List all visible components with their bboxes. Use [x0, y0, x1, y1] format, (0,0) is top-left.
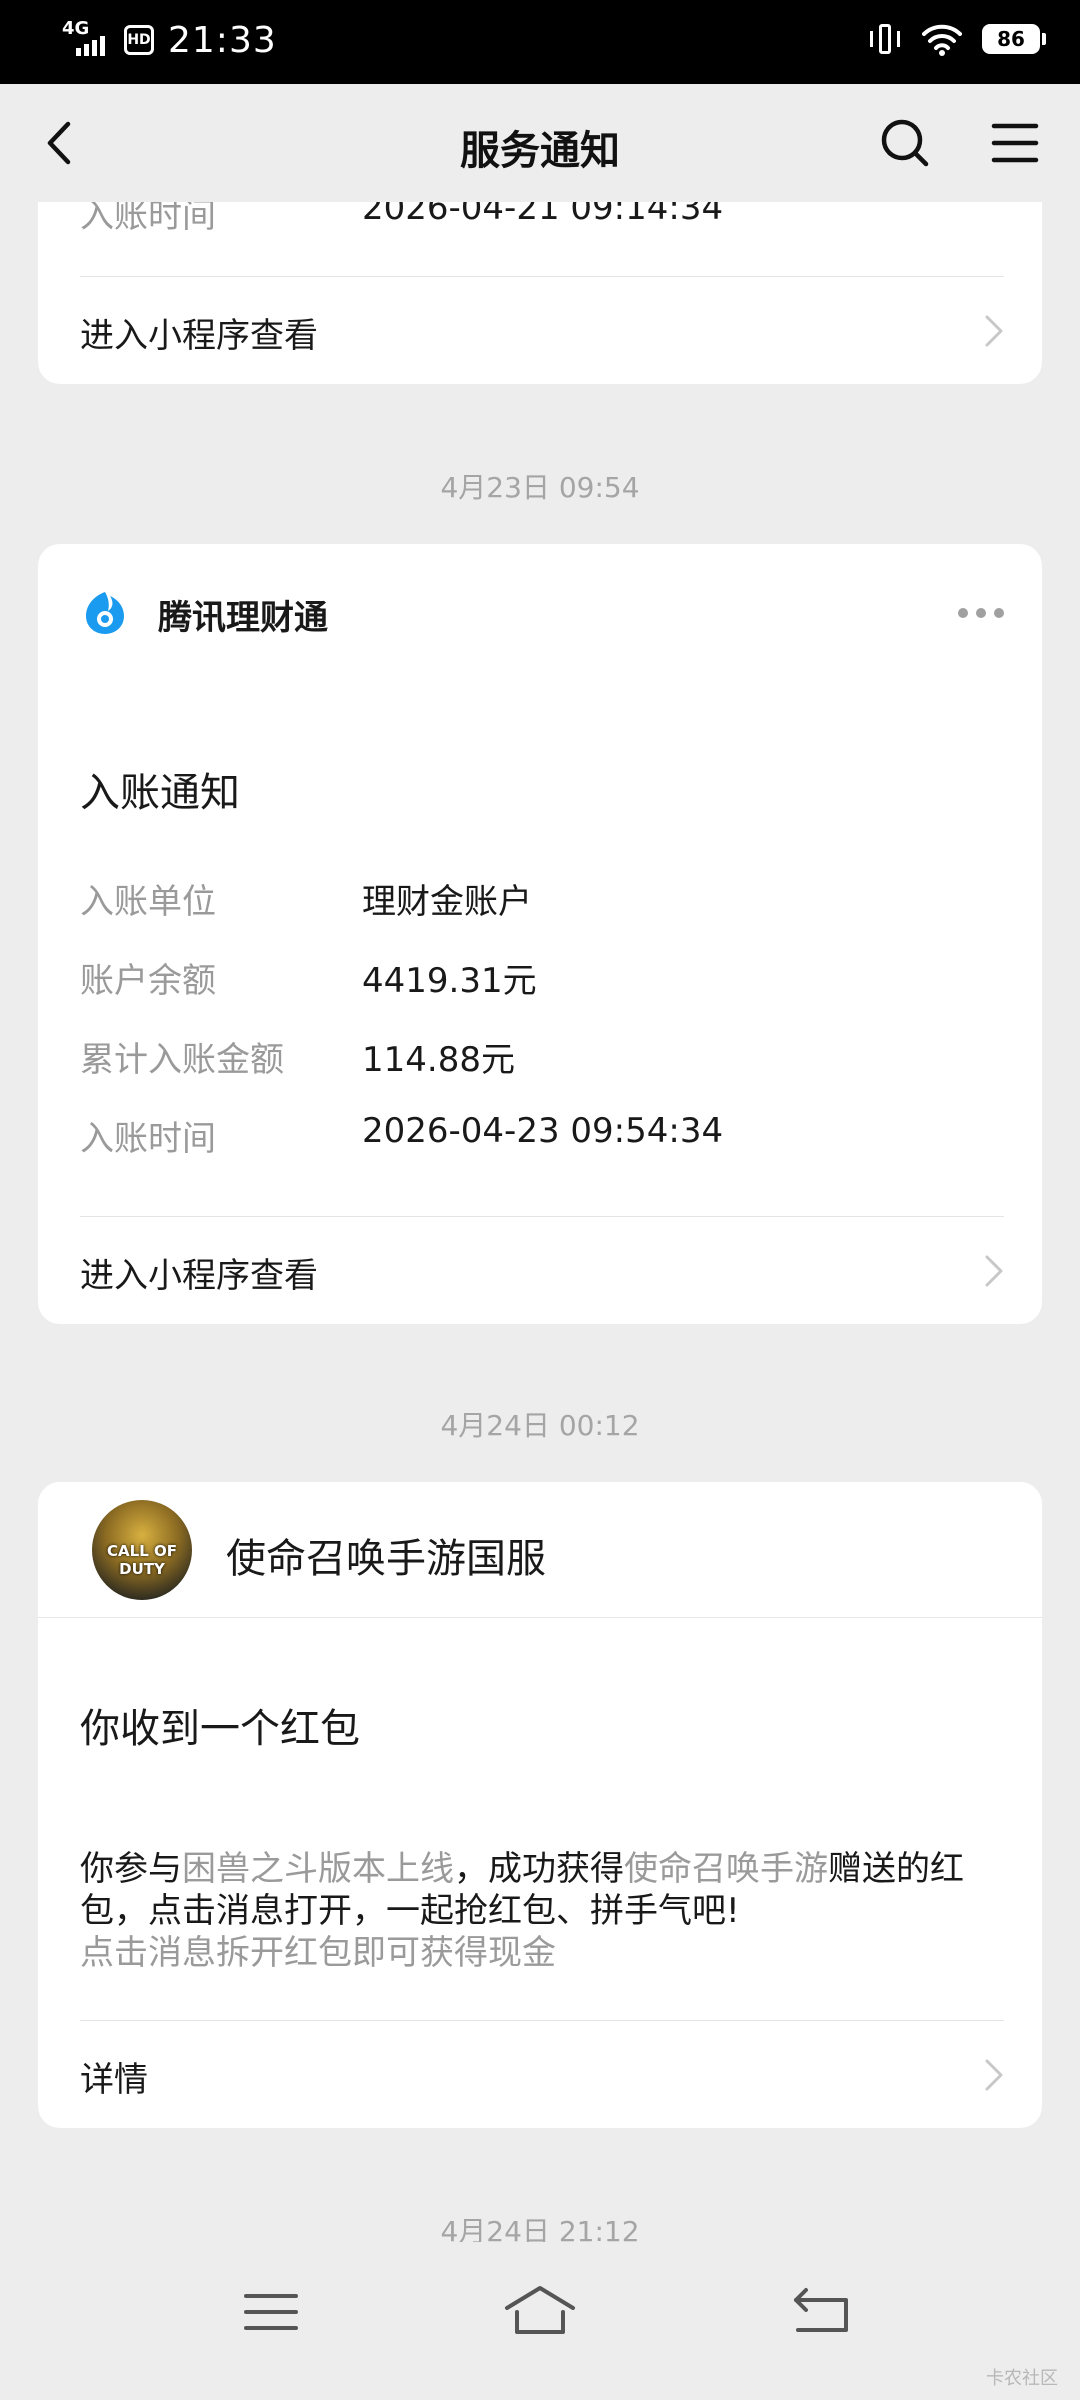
- field-label: 累计入账金额: [80, 1040, 284, 1080]
- field-value: 理财金账户: [362, 882, 532, 922]
- field-value: 2026-04-23 09:54:34: [362, 1111, 724, 1151]
- battery-icon: 86: [982, 24, 1046, 54]
- recent-apps-icon[interactable]: [236, 2282, 306, 2342]
- message-body: 你参与困兽之斗版本上线，成功获得使命召唤手游赠送的红包，点击消息打开，一起抢红包…: [80, 1848, 1000, 1974]
- link-label: 详情: [80, 2060, 148, 2100]
- message-timestamp: 4月23日 09:54: [440, 471, 640, 504]
- home-icon[interactable]: [503, 2282, 577, 2342]
- message-hint: 点击消息拆开红包即可获得现金: [80, 1933, 556, 1973]
- open-miniprogram-link[interactable]: 进入小程序查看: [38, 1216, 1042, 1324]
- field-value: 114.88元: [362, 1040, 515, 1080]
- title-bar: 服务通知: [0, 84, 1080, 202]
- chevron-right-icon: [985, 2059, 1003, 2091]
- watermark: 卡农社区: [986, 2368, 1058, 2389]
- sender-name: 使命召唤手游国服: [226, 1536, 546, 1582]
- back-nav-icon[interactable]: [788, 2282, 858, 2342]
- message-text: ，成功获得: [454, 1849, 624, 1889]
- field-label: 入账单位: [80, 882, 216, 922]
- more-options-button[interactable]: [958, 608, 1004, 618]
- open-miniprogram-link[interactable]: 进入小程序查看: [38, 276, 1042, 384]
- details-link[interactable]: 详情: [38, 2020, 1042, 2128]
- message-list[interactable]: 入账时间 2026-04-21 09:14:34 进入小程序查看 4月23日 0…: [0, 202, 1080, 2242]
- chevron-right-icon: [985, 1255, 1003, 1287]
- hd-voice-icon: HD: [124, 25, 154, 55]
- game-link[interactable]: 使命召唤手游: [624, 1849, 828, 1889]
- card-header: 腾讯理财通: [38, 544, 1042, 680]
- message-timestamp: 4月24日 21:12: [440, 2215, 640, 2242]
- notice-title: 入账通知: [80, 770, 240, 816]
- status-bar: 4G HD 21:33 86: [0, 0, 1080, 84]
- system-nav-bar: 卡农社区: [0, 2242, 1080, 2400]
- wifi-icon: [922, 24, 962, 56]
- event-link[interactable]: 困兽之斗版本上线: [182, 1849, 454, 1889]
- wealth-notification-card[interactable]: 腾讯理财通 入账通知 入账单位 理财金账户 账户余额 4419.31元 累计入账…: [38, 544, 1042, 1324]
- chevron-right-icon: [985, 315, 1003, 347]
- link-label: 进入小程序查看: [80, 1256, 318, 1296]
- field-label: 账户余额: [80, 961, 216, 1001]
- red-packet-card[interactable]: CALL OF DUTY 使命召唤手游国服 你收到一个红包 你参与困兽之斗版本上…: [38, 1482, 1042, 2128]
- status-right: 86: [868, 22, 1046, 56]
- search-icon[interactable]: [878, 116, 932, 170]
- field-value: 2026-04-21 09:14:34: [362, 202, 724, 228]
- field-label: 入账时间: [80, 202, 216, 236]
- avatar-text: CALL OF DUTY: [107, 1542, 177, 1578]
- menu-icon[interactable]: [988, 116, 1042, 170]
- notice-title: 你收到一个红包: [80, 1706, 360, 1752]
- message-text: 你参与: [80, 1849, 182, 1889]
- avatar: CALL OF DUTY: [92, 1500, 192, 1600]
- field-label: 入账时间: [80, 1119, 216, 1159]
- status-left: 4G HD 21:33: [62, 18, 277, 62]
- message-timestamp: 4月24日 00:12: [440, 1409, 640, 1442]
- notification-card-top[interactable]: 入账时间 2026-04-21 09:14:34 进入小程序查看: [38, 202, 1042, 384]
- licaitong-logo-icon: [86, 592, 124, 634]
- field-value: 4419.31元: [362, 961, 537, 1001]
- brand-name: 腾讯理财通: [158, 598, 328, 638]
- clock: 21:33: [168, 19, 277, 61]
- link-label: 进入小程序查看: [80, 316, 318, 356]
- cellular-signal-icon: 4G: [62, 18, 110, 62]
- vibrate-icon: [868, 22, 902, 56]
- card-header: CALL OF DUTY 使命召唤手游国服: [38, 1482, 1042, 1618]
